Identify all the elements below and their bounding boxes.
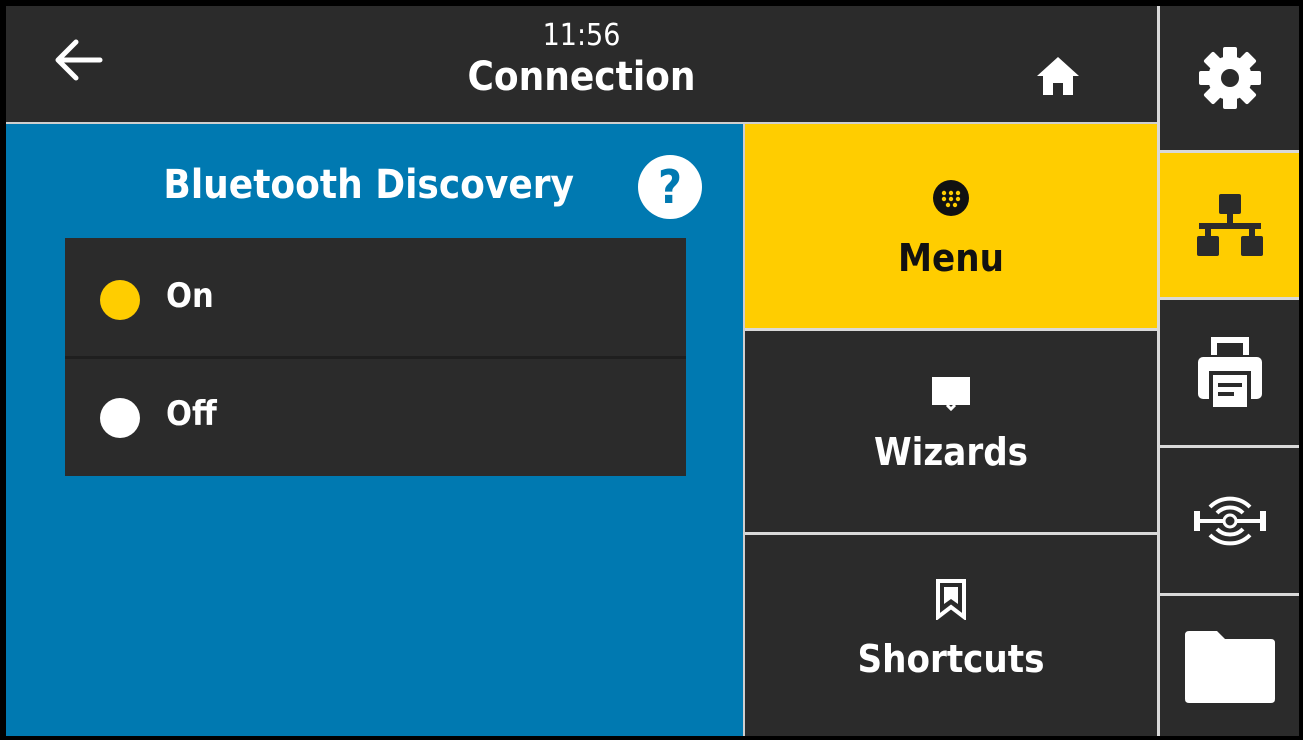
- header-bar: 11:56 Connection: [6, 6, 1157, 123]
- rail-print[interactable]: [1160, 300, 1299, 445]
- bookmark-icon: [927, 575, 975, 623]
- network-icon: [1196, 194, 1263, 256]
- page-title: Connection: [467, 54, 696, 100]
- option-label-on: On: [166, 276, 214, 316]
- menu-tile-label: Menu: [898, 236, 1004, 280]
- clock: 11:56: [542, 18, 621, 53]
- radio-off[interactable]: [100, 398, 140, 438]
- shortcuts-tile[interactable]: Shortcuts: [745, 535, 1157, 736]
- shortcuts-tile-label: Shortcuts: [857, 637, 1045, 681]
- option-list: On Off: [65, 238, 686, 476]
- option-label-off: Off: [166, 394, 217, 434]
- menu-tile[interactable]: Menu: [745, 124, 1157, 328]
- book-icon: [927, 368, 975, 416]
- home-icon: [1037, 57, 1079, 95]
- help-button[interactable]: ?: [638, 155, 702, 219]
- tile-divider: [745, 328, 1157, 331]
- setting-panel: Bluetooth Discovery ? On Off: [6, 124, 743, 736]
- rail-connection[interactable]: [1160, 153, 1299, 297]
- sensor-icon: [1193, 496, 1266, 545]
- setting-title: Bluetooth Discovery: [163, 162, 574, 208]
- grid-circle-icon: [927, 174, 975, 222]
- printer-screen: 11:56 Connection Bluetooth Discovery ? O…: [6, 6, 1299, 736]
- option-off[interactable]: Off: [65, 356, 686, 473]
- wizards-tile[interactable]: Wizards: [745, 332, 1157, 531]
- home-button[interactable]: [1026, 44, 1090, 108]
- option-on[interactable]: On: [65, 238, 686, 355]
- rail-settings[interactable]: [1160, 6, 1299, 150]
- rail-sensors[interactable]: [1160, 448, 1299, 593]
- wizards-tile-label: Wizards: [873, 430, 1029, 474]
- folder-icon: [1184, 631, 1275, 703]
- gear-icon: [1198, 47, 1261, 109]
- printer-icon: [1197, 336, 1262, 407]
- radio-on[interactable]: [100, 280, 140, 320]
- rail-storage[interactable]: [1160, 596, 1299, 736]
